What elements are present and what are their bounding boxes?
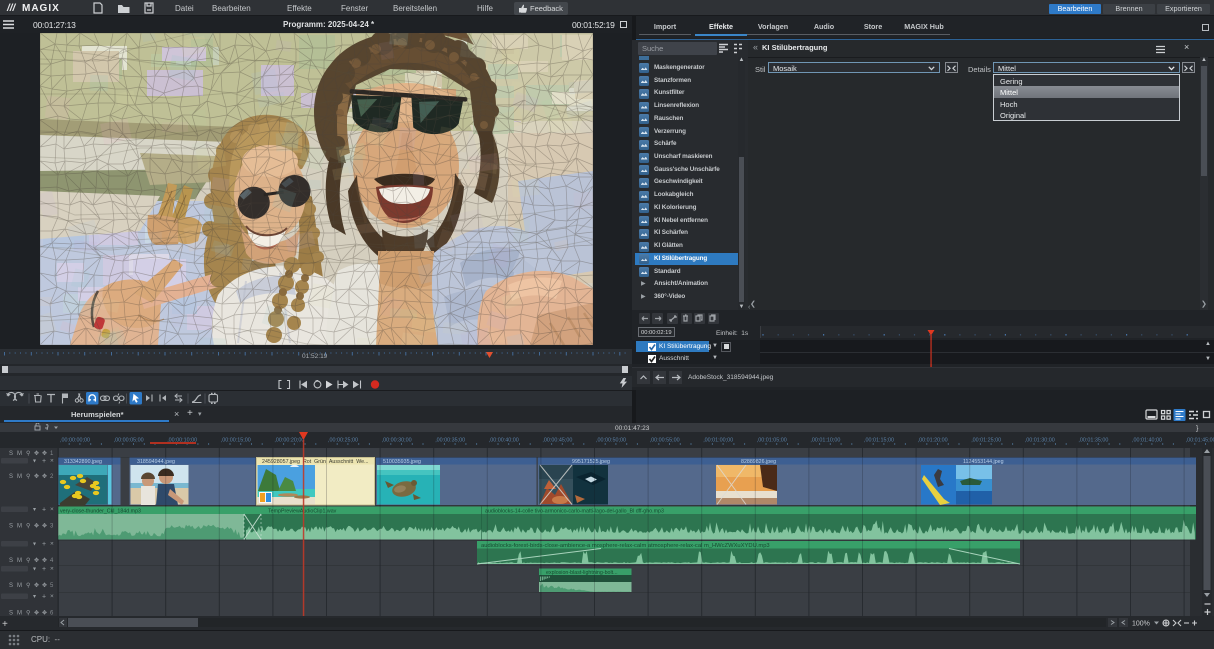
svg-text:✥: ✥ [42, 582, 47, 589]
svg-text:,00:00:00;00: ,00:00:00;00 [60, 438, 90, 444]
svg-text:995171525.jpeg: 995171525.jpeg [572, 459, 610, 465]
svg-text:,00:01:05;00: ,00:01:05;00 [757, 438, 787, 444]
svg-text:✥: ✥ [34, 450, 39, 457]
svg-text:⚲: ⚲ [26, 610, 30, 617]
svg-text:⚲: ⚲ [26, 450, 30, 457]
svg-text:✥: ✥ [42, 473, 47, 480]
svg-text:⚲: ⚲ [26, 582, 30, 589]
svg-text:⚲: ⚲ [26, 557, 30, 564]
svg-text:,00:00:45;00: ,00:00:45;00 [542, 438, 572, 444]
svg-text:✥: ✥ [42, 523, 47, 530]
svg-text:×: × [50, 541, 54, 548]
svg-text:,00:00:25;00: ,00:00:25;00 [328, 438, 358, 444]
svg-text:,00:00:20;00: ,00:00:20;00 [274, 438, 304, 444]
svg-text:,00:01:35;00: ,00:01:35;00 [1078, 438, 1108, 444]
svg-text:S: S [9, 524, 13, 530]
svg-text:M: M [17, 611, 22, 617]
svg-text:S: S [9, 583, 13, 589]
svg-text:⚲: ⚲ [26, 523, 30, 530]
svg-text:explosion-blast-lightning-bolt: explosion-blast-lightning-bolt... [546, 570, 618, 576]
svg-text:S: S [9, 611, 13, 617]
svg-text:245928057.jpeg Rot Grün Aus: 245928057.jpeg Rot Grün Ausschnitt We... [262, 459, 369, 465]
svg-text:▾: ▾ [33, 507, 36, 513]
svg-text:,00:01:45;00: ,00:01:45;00 [1186, 438, 1214, 444]
svg-text:100%: 100% [1132, 621, 1150, 628]
svg-text:▾: ▾ [33, 542, 36, 548]
svg-text:313342890.jpeg: 313342890.jpeg [64, 459, 102, 465]
svg-text:✥: ✥ [34, 610, 39, 617]
svg-text:S: S [9, 474, 13, 480]
svg-text:M: M [17, 451, 22, 457]
svg-text:+: + [42, 507, 46, 514]
svg-text:audioblocks-14-colle tivo-armo: audioblocks-14-colle tivo-armonico-carlo… [485, 508, 664, 514]
svg-text:×: × [50, 458, 54, 465]
svg-text:82889826.jpeg: 82889826.jpeg [741, 459, 776, 465]
svg-text:▾: ▾ [33, 459, 36, 465]
svg-text:S: S [9, 451, 13, 457]
svg-text:×: × [50, 506, 54, 513]
svg-text:,00:00:50;00: ,00:00:50;00 [596, 438, 626, 444]
svg-text:×: × [50, 593, 54, 600]
svg-text:✥: ✥ [34, 523, 39, 530]
svg-text:,00:00:35;00: ,00:00:35;00 [435, 438, 465, 444]
svg-text:,00:00:05;00: ,00:00:05;00 [114, 438, 144, 444]
svg-text:318594944.jpeg: 318594944.jpeg [137, 459, 175, 465]
svg-text:✥: ✥ [34, 582, 39, 589]
svg-text:▾: ▾ [33, 594, 36, 600]
svg-text:✥: ✥ [34, 557, 39, 564]
svg-text:510035935.jpeg: 510035935.jpeg [383, 459, 421, 465]
svg-text:+: + [2, 619, 8, 630]
svg-text:+: + [42, 594, 46, 601]
svg-text:,00:01:30;00: ,00:01:30;00 [1025, 438, 1055, 444]
svg-text:audioblocks-forest-birds-close: audioblocks-forest-birds-close-ambience-… [481, 543, 770, 549]
svg-text:✥: ✥ [42, 450, 47, 457]
svg-text:M: M [17, 474, 22, 480]
svg-text:▾: ▾ [33, 567, 36, 573]
svg-text:,00:01:00;00: ,00:01:00;00 [703, 438, 733, 444]
svg-text:S: S [9, 558, 13, 564]
svg-text:M: M [17, 583, 22, 589]
svg-text:,00:00:30;00: ,00:00:30;00 [382, 438, 412, 444]
svg-text:✥: ✥ [42, 610, 47, 617]
svg-text:very-close-thunder_Ckl_184d.mp: very-close-thunder_Ckl_184d.mp3 [60, 508, 141, 514]
svg-text:00:01:47:23: 00:01:47:23 [615, 425, 650, 432]
svg-text:,00:01:40;00: ,00:01:40;00 [1132, 438, 1162, 444]
svg-text:×: × [50, 566, 54, 573]
svg-text:1124553144.jpeg: 1124553144.jpeg [963, 459, 1004, 465]
svg-text:M: M [17, 524, 22, 530]
svg-text:+: + [42, 566, 46, 573]
svg-text:+: + [42, 458, 46, 465]
svg-text:⚲: ⚲ [26, 473, 30, 480]
svg-text:+: + [42, 541, 46, 548]
svg-text:,00:00:40;00: ,00:00:40;00 [489, 438, 519, 444]
svg-text:,00:01:10;00: ,00:01:10;00 [810, 438, 840, 444]
svg-text:,00:00:15;00: ,00:00:15;00 [221, 438, 251, 444]
svg-text:M: M [17, 558, 22, 564]
svg-text:,00:01:25;00: ,00:01:25;00 [971, 438, 1001, 444]
svg-text:,00:00:55;00: ,00:00:55;00 [650, 438, 680, 444]
svg-text:,00:01:20;00: ,00:01:20;00 [918, 438, 948, 444]
svg-text:01:52:19: 01:52:19 [302, 353, 328, 360]
svg-text:✥: ✥ [42, 557, 47, 564]
svg-text:,00:01:15;00: ,00:01:15;00 [864, 438, 894, 444]
svg-text:✥: ✥ [34, 473, 39, 480]
